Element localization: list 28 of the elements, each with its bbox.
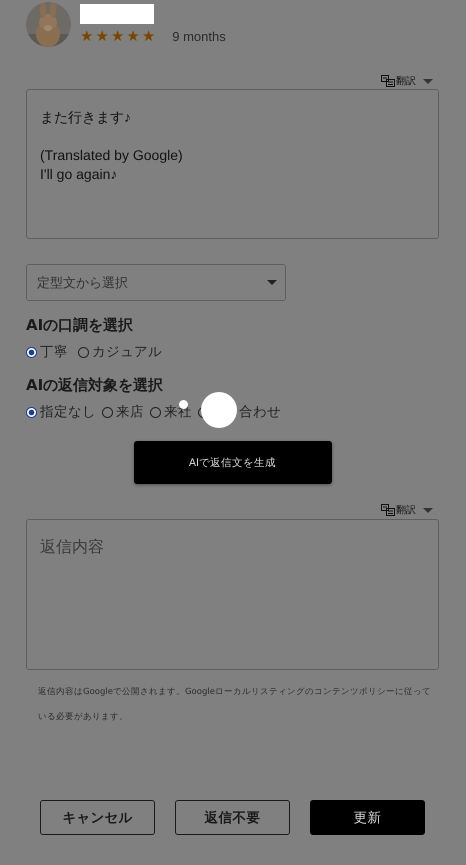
radio-option[interactable]: 指定なし xyxy=(26,403,96,421)
action-button[interactable]: 返信不要 xyxy=(175,800,290,835)
review-age: 9 months xyxy=(172,28,226,44)
touch-indicator xyxy=(201,392,237,428)
template-dropdown[interactable]: 定型文から選択 xyxy=(26,264,286,301)
translate-icon xyxy=(381,504,395,516)
translate-icon xyxy=(381,75,395,87)
action-button[interactable]: キャンセル xyxy=(40,800,155,835)
section-heading: AIの返信対象を選択 xyxy=(26,376,164,395)
translate-dropdown[interactable]: 翻訳 xyxy=(381,502,439,518)
radio-option[interactable]: 来店 xyxy=(102,403,144,421)
star-icon: ★ xyxy=(126,28,140,44)
caret-icon xyxy=(423,78,433,84)
translate-dropdown[interactable]: 翻訳 xyxy=(381,73,439,89)
policy-note: 返信内容はGoogleで公開されます。Googleローカルリスティングのコンテンツポリシーに従っている必要があります。 xyxy=(37,686,432,724)
reply-field[interactable]: 返信内容 xyxy=(26,519,439,670)
star-icon: ★ xyxy=(142,28,156,44)
caret-icon xyxy=(267,280,277,285)
caret-icon xyxy=(423,508,433,512)
radio-option[interactable]: カジュアル xyxy=(78,343,162,361)
star-icon: ★ xyxy=(95,28,109,44)
generate-button[interactable]: AIで返信文を生成 xyxy=(134,441,332,484)
radio-option[interactable]: 丁寧 xyxy=(26,343,68,361)
review-text: また行きます♪ (Translated by Google) I'll go again♪ xyxy=(26,89,439,239)
update-button[interactable]: 更新 xyxy=(310,800,425,835)
section-heading: AIの口調を選択 xyxy=(26,316,134,335)
star-icon: ★ xyxy=(80,28,94,44)
star-icon: ★ xyxy=(110,28,124,44)
